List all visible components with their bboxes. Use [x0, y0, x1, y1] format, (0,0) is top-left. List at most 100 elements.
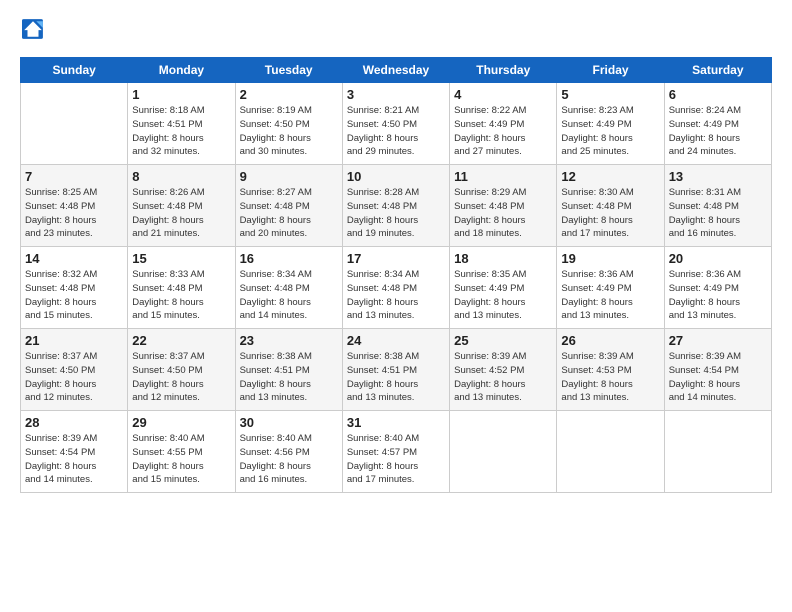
day-info: Sunrise: 8:39 AMSunset: 4:52 PMDaylight:… — [454, 350, 552, 405]
calendar-header-row: SundayMondayTuesdayWednesdayThursdayFrid… — [21, 58, 772, 83]
calendar-cell: 10 Sunrise: 8:28 AMSunset: 4:48 PMDayligh… — [342, 165, 449, 247]
page: SundayMondayTuesdayWednesdayThursdayFrid… — [0, 0, 792, 612]
weekday-header: Sunday — [21, 58, 128, 83]
calendar-cell: 6 Sunrise: 8:24 AMSunset: 4:49 PMDaylight… — [664, 83, 771, 165]
day-info: Sunrise: 8:40 AMSunset: 4:55 PMDaylight:… — [132, 432, 230, 487]
calendar-cell: 31 Sunrise: 8:40 AMSunset: 4:57 PMDayligh… — [342, 411, 449, 493]
day-info: Sunrise: 8:31 AMSunset: 4:48 PMDaylight:… — [669, 186, 767, 241]
calendar-week-row: 21 Sunrise: 8:37 AMSunset: 4:50 PMDayligh… — [21, 329, 772, 411]
calendar-cell: 8 Sunrise: 8:26 AMSunset: 4:48 PMDaylight… — [128, 165, 235, 247]
day-info: Sunrise: 8:38 AMSunset: 4:51 PMDaylight:… — [240, 350, 338, 405]
weekday-header: Wednesday — [342, 58, 449, 83]
day-number: 10 — [347, 169, 445, 184]
day-info: Sunrise: 8:28 AMSunset: 4:48 PMDaylight:… — [347, 186, 445, 241]
day-number: 9 — [240, 169, 338, 184]
day-info: Sunrise: 8:26 AMSunset: 4:48 PMDaylight:… — [132, 186, 230, 241]
day-info: Sunrise: 8:37 AMSunset: 4:50 PMDaylight:… — [25, 350, 123, 405]
day-number: 21 — [25, 333, 123, 348]
day-number: 25 — [454, 333, 552, 348]
calendar-week-row: 28 Sunrise: 8:39 AMSunset: 4:54 PMDayligh… — [21, 411, 772, 493]
calendar-cell: 16 Sunrise: 8:34 AMSunset: 4:48 PMDayligh… — [235, 247, 342, 329]
calendar-cell: 3 Sunrise: 8:21 AMSunset: 4:50 PMDaylight… — [342, 83, 449, 165]
day-info: Sunrise: 8:22 AMSunset: 4:49 PMDaylight:… — [454, 104, 552, 159]
day-number: 1 — [132, 87, 230, 102]
day-info: Sunrise: 8:18 AMSunset: 4:51 PMDaylight:… — [132, 104, 230, 159]
day-info: Sunrise: 8:27 AMSunset: 4:48 PMDaylight:… — [240, 186, 338, 241]
day-info: Sunrise: 8:34 AMSunset: 4:48 PMDaylight:… — [240, 268, 338, 323]
calendar-cell: 18 Sunrise: 8:35 AMSunset: 4:49 PMDayligh… — [450, 247, 557, 329]
day-number: 4 — [454, 87, 552, 102]
day-number: 13 — [669, 169, 767, 184]
day-info: Sunrise: 8:40 AMSunset: 4:57 PMDaylight:… — [347, 432, 445, 487]
header — [20, 18, 772, 45]
day-number: 17 — [347, 251, 445, 266]
day-number: 24 — [347, 333, 445, 348]
calendar-cell — [21, 83, 128, 165]
calendar-cell: 11 Sunrise: 8:29 AMSunset: 4:48 PMDayligh… — [450, 165, 557, 247]
day-info: Sunrise: 8:29 AMSunset: 4:48 PMDaylight:… — [454, 186, 552, 241]
day-info: Sunrise: 8:24 AMSunset: 4:49 PMDaylight:… — [669, 104, 767, 159]
calendar-cell: 21 Sunrise: 8:37 AMSunset: 4:50 PMDayligh… — [21, 329, 128, 411]
calendar-cell — [557, 411, 664, 493]
weekday-header: Friday — [557, 58, 664, 83]
calendar-cell: 4 Sunrise: 8:22 AMSunset: 4:49 PMDaylight… — [450, 83, 557, 165]
day-info: Sunrise: 8:36 AMSunset: 4:49 PMDaylight:… — [561, 268, 659, 323]
logo-icon — [22, 18, 44, 40]
weekday-header: Saturday — [664, 58, 771, 83]
day-number: 7 — [25, 169, 123, 184]
day-info: Sunrise: 8:39 AMSunset: 4:54 PMDaylight:… — [25, 432, 123, 487]
calendar-cell: 19 Sunrise: 8:36 AMSunset: 4:49 PMDayligh… — [557, 247, 664, 329]
day-info: Sunrise: 8:21 AMSunset: 4:50 PMDaylight:… — [347, 104, 445, 159]
day-number: 14 — [25, 251, 123, 266]
calendar-cell: 25 Sunrise: 8:39 AMSunset: 4:52 PMDayligh… — [450, 329, 557, 411]
day-number: 28 — [25, 415, 123, 430]
day-number: 29 — [132, 415, 230, 430]
day-number: 30 — [240, 415, 338, 430]
day-info: Sunrise: 8:30 AMSunset: 4:48 PMDaylight:… — [561, 186, 659, 241]
day-info: Sunrise: 8:40 AMSunset: 4:56 PMDaylight:… — [240, 432, 338, 487]
calendar-cell: 28 Sunrise: 8:39 AMSunset: 4:54 PMDayligh… — [21, 411, 128, 493]
day-number: 20 — [669, 251, 767, 266]
day-number: 19 — [561, 251, 659, 266]
day-number: 15 — [132, 251, 230, 266]
calendar-cell: 1 Sunrise: 8:18 AMSunset: 4:51 PMDaylight… — [128, 83, 235, 165]
day-number: 8 — [132, 169, 230, 184]
calendar-cell: 23 Sunrise: 8:38 AMSunset: 4:51 PMDayligh… — [235, 329, 342, 411]
day-info: Sunrise: 8:37 AMSunset: 4:50 PMDaylight:… — [132, 350, 230, 405]
day-number: 11 — [454, 169, 552, 184]
day-number: 2 — [240, 87, 338, 102]
calendar-cell: 27Sunrise: 8:39 AMSunset: 4:54 PMDayligh… — [664, 329, 771, 411]
day-number: 26 — [561, 333, 659, 348]
day-number: 6 — [669, 87, 767, 102]
day-number: 18 — [454, 251, 552, 266]
day-number: 22 — [132, 333, 230, 348]
calendar-cell — [450, 411, 557, 493]
day-info: Sunrise: 8:19 AMSunset: 4:50 PMDaylight:… — [240, 104, 338, 159]
day-number: 3 — [347, 87, 445, 102]
day-info: Sunrise: 8:35 AMSunset: 4:49 PMDaylight:… — [454, 268, 552, 323]
day-number: 23 — [240, 333, 338, 348]
calendar-week-row: 1 Sunrise: 8:18 AMSunset: 4:51 PMDaylight… — [21, 83, 772, 165]
weekday-header: Thursday — [450, 58, 557, 83]
logo — [20, 18, 46, 45]
day-number: 12 — [561, 169, 659, 184]
calendar-cell: 7Sunrise: 8:25 AMSunset: 4:48 PMDaylight… — [21, 165, 128, 247]
calendar-cell: 12 Sunrise: 8:30 AMSunset: 4:48 PMDayligh… — [557, 165, 664, 247]
day-number: 16 — [240, 251, 338, 266]
weekday-header: Tuesday — [235, 58, 342, 83]
day-number: 5 — [561, 87, 659, 102]
day-number: 31 — [347, 415, 445, 430]
day-info: Sunrise: 8:38 AMSunset: 4:51 PMDaylight:… — [347, 350, 445, 405]
calendar-cell: 24 Sunrise: 8:38 AMSunset: 4:51 PMDayligh… — [342, 329, 449, 411]
calendar-cell: 15Sunrise: 8:33 AMSunset: 4:48 PMDayligh… — [128, 247, 235, 329]
calendar-cell — [664, 411, 771, 493]
day-info: Sunrise: 8:32 AMSunset: 4:48 PMDaylight:… — [25, 268, 123, 323]
day-info: Sunrise: 8:23 AMSunset: 4:49 PMDaylight:… — [561, 104, 659, 159]
calendar-cell: 30 Sunrise: 8:40 AMSunset: 4:56 PMDayligh… — [235, 411, 342, 493]
day-info: Sunrise: 8:34 AMSunset: 4:48 PMDaylight:… — [347, 268, 445, 323]
calendar-cell: 20Sunrise: 8:36 AMSunset: 4:49 PMDayligh… — [664, 247, 771, 329]
calendar-week-row: 7Sunrise: 8:25 AMSunset: 4:48 PMDaylight… — [21, 165, 772, 247]
calendar-cell: 2 Sunrise: 8:19 AMSunset: 4:50 PMDaylight… — [235, 83, 342, 165]
calendar-cell: 13 Sunrise: 8:31 AMSunset: 4:48 PMDayligh… — [664, 165, 771, 247]
calendar-table: SundayMondayTuesdayWednesdayThursdayFrid… — [20, 57, 772, 493]
